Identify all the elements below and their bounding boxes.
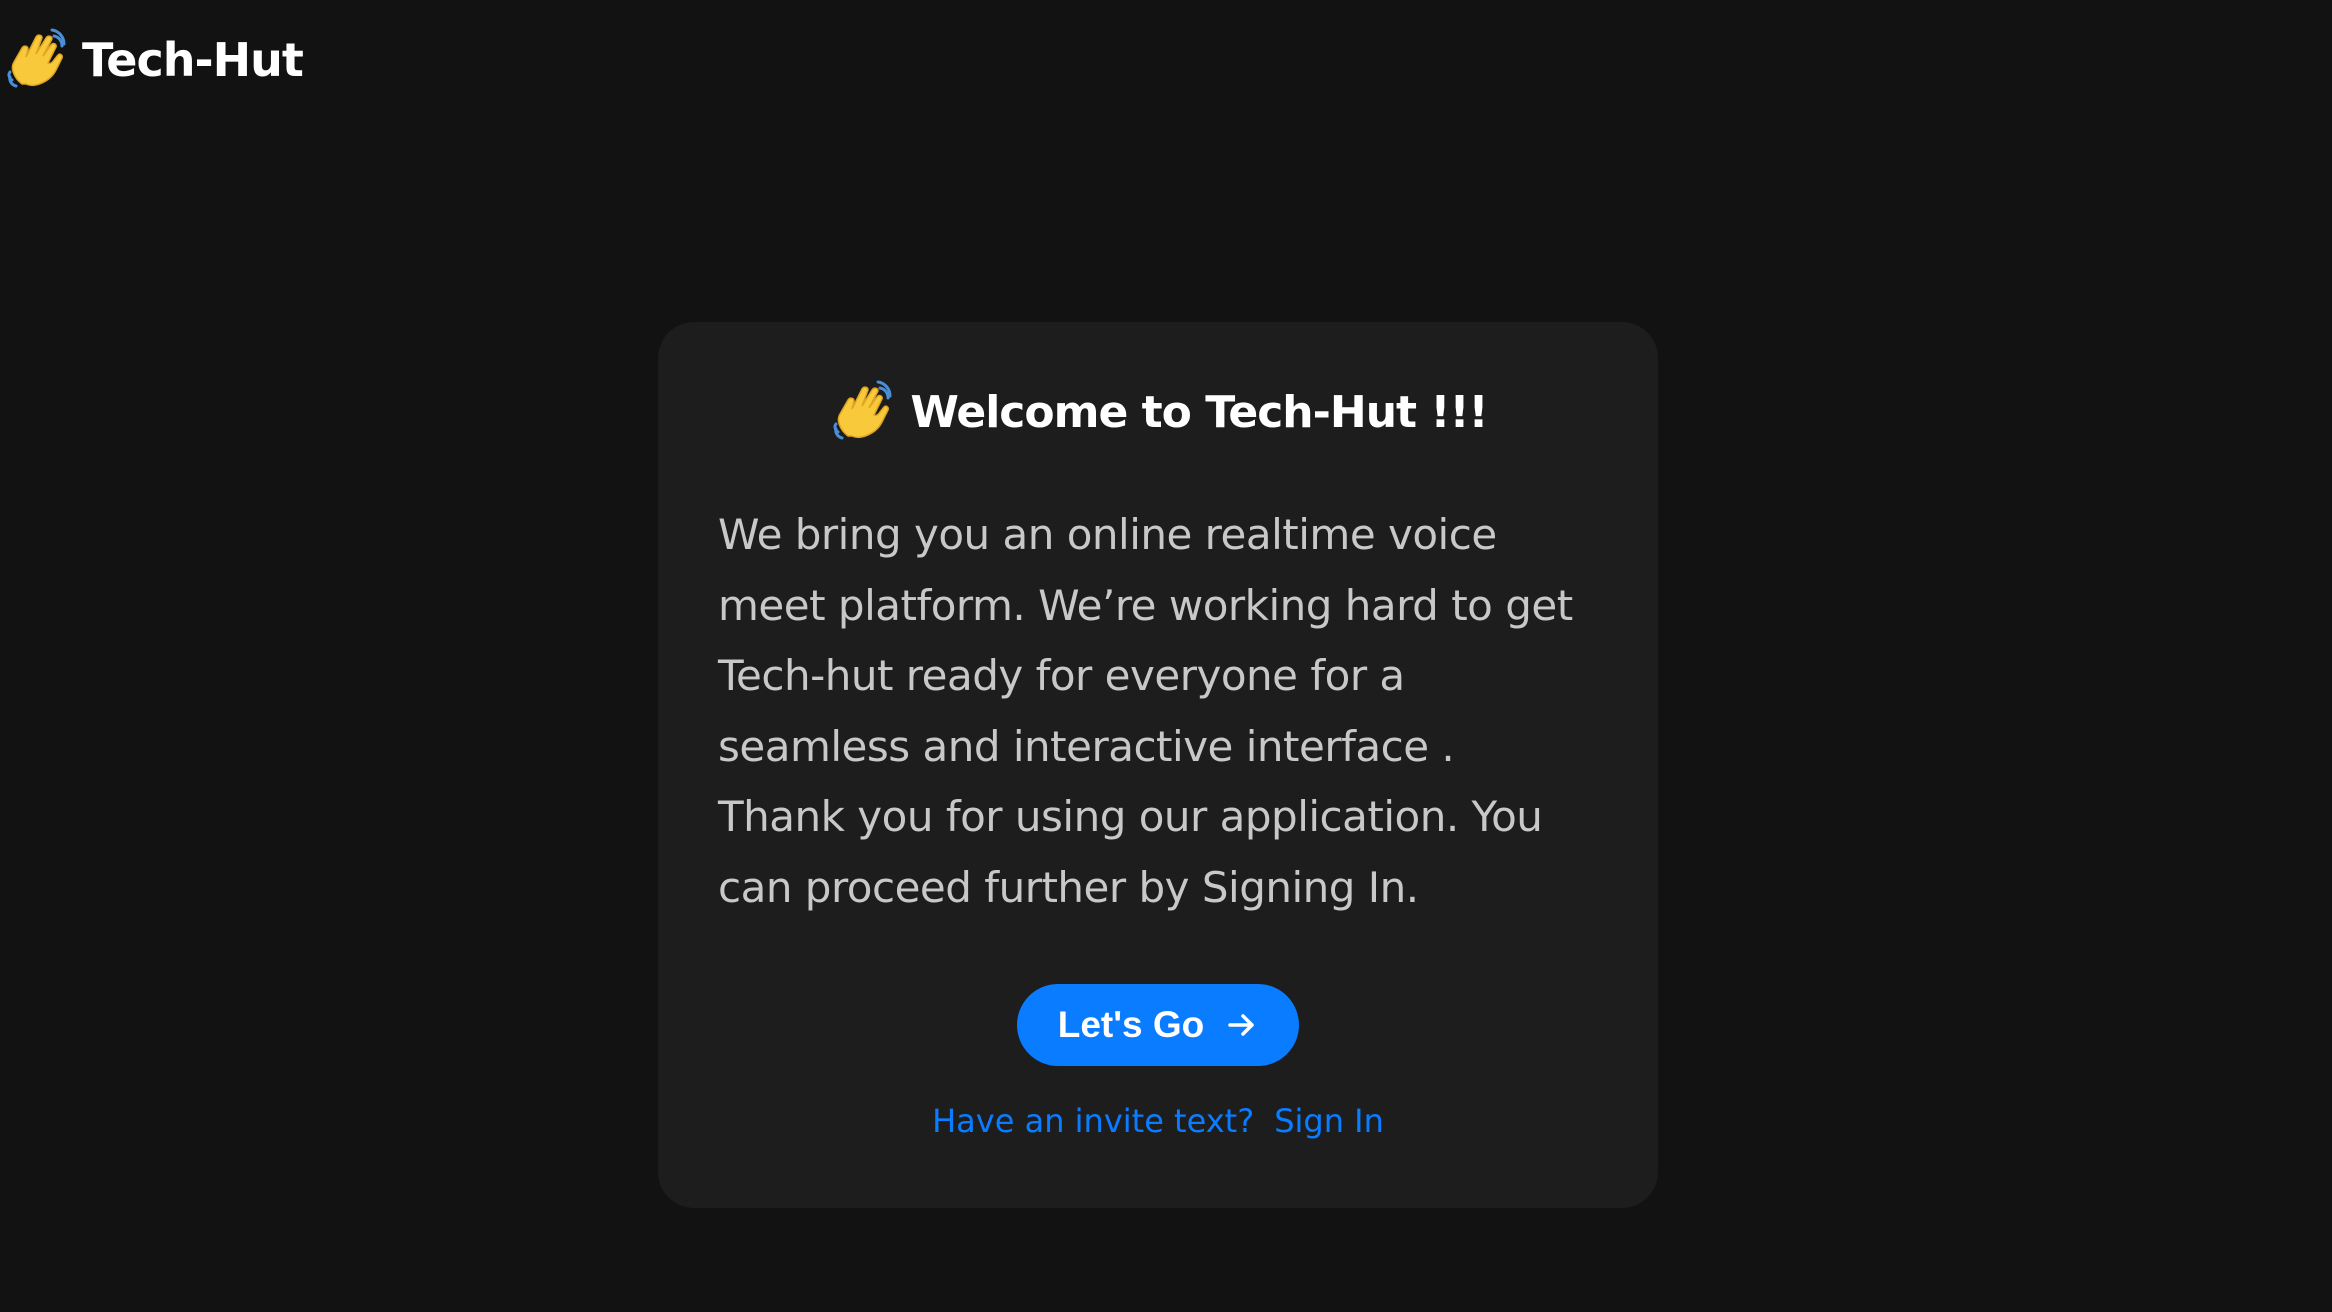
app-header: Tech-Hut — [0, 24, 304, 96]
app-title: Tech-Hut — [82, 33, 304, 87]
card-description: We bring you an online realtime voice me… — [718, 510, 1573, 912]
card-title: Welcome to Tech-Hut !!! — [910, 386, 1488, 438]
lets-go-button[interactable]: Let's Go — [1017, 984, 1299, 1066]
lets-go-label: Let's Go — [1057, 1004, 1205, 1045]
sign-in-link[interactable]: Sign In — [1274, 1102, 1384, 1140]
waving-hand-icon — [0, 24, 72, 96]
arrow-right-icon — [1226, 1009, 1258, 1041]
signin-row: Have an invite text? Sign In — [658, 1102, 1658, 1140]
welcome-card: Welcome to Tech-Hut !!! We bring you an … — [658, 322, 1658, 1208]
waving-hand-icon — [828, 376, 896, 448]
invite-prompt: Have an invite text? — [932, 1102, 1255, 1140]
card-heading: Welcome to Tech-Hut !!! — [658, 372, 1658, 452]
